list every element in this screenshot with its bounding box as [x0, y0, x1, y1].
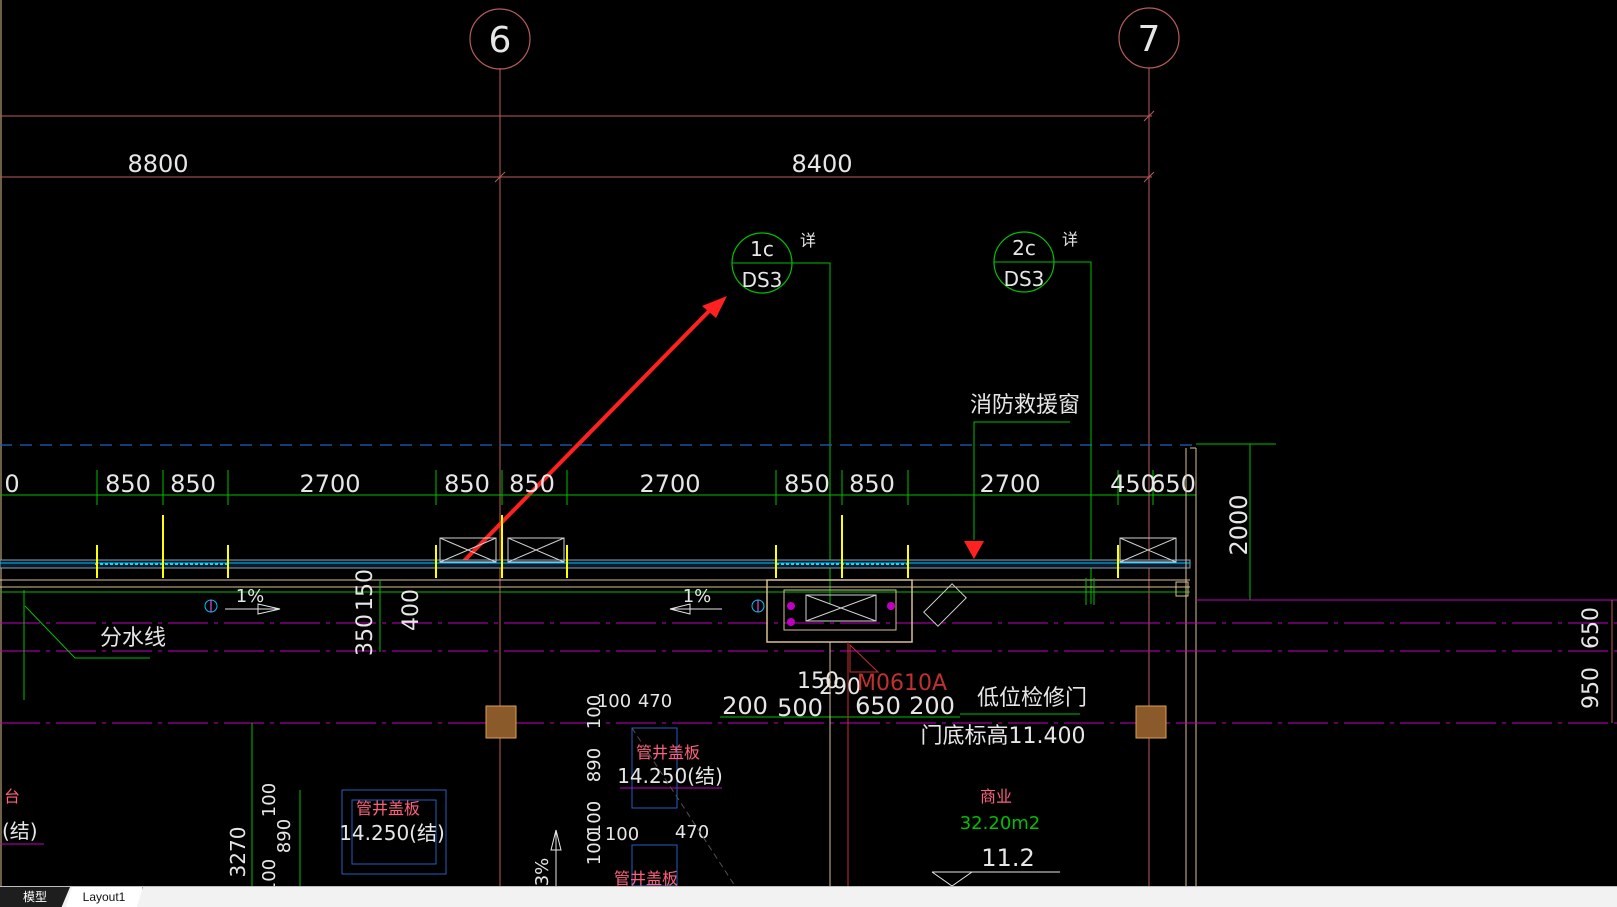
side-dim-650: 650: [1579, 607, 1604, 649]
window-sill-band: [0, 559, 1191, 569]
dim-100c: 100: [584, 801, 605, 835]
dim-100d: 100: [584, 831, 605, 865]
left-fragment-jie: (结): [2, 819, 38, 843]
callout-1c-bottom: DS3: [742, 268, 783, 292]
callout-2c-bottom: DS3: [1004, 267, 1045, 291]
callout-2c-note: 详: [1062, 230, 1078, 249]
room-area: 32.20m2: [960, 813, 1041, 834]
grid-label-7: 7: [1138, 19, 1161, 60]
grid-label-6: 6: [489, 20, 512, 61]
side-dim-950: 950: [1579, 667, 1604, 709]
facade-dim: 850: [849, 470, 895, 498]
facade-dim: 850: [509, 470, 555, 498]
shaft-cover-2-title: 管井盖板: [356, 799, 420, 818]
fire-rescue-window-label: 消防救援窗: [970, 393, 1080, 418]
span-dim-8800: 8800: [127, 150, 188, 178]
wall-dim-350: 350: [353, 614, 378, 656]
dim-100e: 100: [605, 824, 639, 845]
shaft-cover-1-title: 管井盖板: [636, 743, 700, 762]
dim-100f: 100: [259, 783, 280, 817]
pipe-icon: [887, 602, 895, 610]
drawing-svg[interactable]: 6 7 8800 8400 1c DS3 详 2c DS3 详 消防救援窗 0 …: [0, 0, 1617, 886]
canvas-background: [0, 0, 1617, 886]
divide-line-label: 分水线: [100, 626, 166, 651]
cad-model-space[interactable]: 6 7 8800 8400 1c DS3 详 2c DS3 详 消防救援窗 0 …: [0, 0, 1617, 886]
room-name: 商业: [980, 787, 1012, 806]
dim-500: 500: [777, 694, 823, 722]
callout-1c-top: 1c: [750, 237, 774, 261]
dim-200a: 200: [722, 692, 768, 720]
column-hatch: [1135, 705, 1167, 739]
pipe-icon: [787, 618, 795, 626]
shaft-cover-3-title: 管井盖板: [614, 869, 678, 886]
layout-tab-bar: 模型 Layout1: [0, 886, 1617, 907]
left-fragment-tai: 台: [4, 787, 20, 806]
dim-100g: 100: [259, 859, 280, 886]
callout-1c-note: 详: [800, 231, 816, 250]
dim-470a: 470: [638, 691, 672, 712]
dim-200b: 200: [909, 692, 955, 720]
facade-dim: 850: [444, 470, 490, 498]
facade-dim: 850: [105, 470, 151, 498]
pipe-icon: [787, 602, 795, 610]
facade-dim: 850: [170, 470, 216, 498]
low-access-door-label: 低位检修门: [977, 686, 1087, 711]
facade-dim: 450: [1110, 470, 1156, 498]
column-hatch: [485, 705, 517, 739]
facade-dim: 2700: [639, 470, 700, 498]
wall-dim-150: 150: [353, 569, 378, 611]
span-dim-8400: 8400: [791, 150, 852, 178]
slope-bottom: 3%: [532, 858, 553, 886]
tab-layout1[interactable]: Layout1: [66, 887, 143, 907]
facade-dim: 0: [4, 470, 19, 498]
facade-dim: 2700: [299, 470, 360, 498]
height-dim-2000: 2000: [1225, 494, 1253, 555]
dim-470b: 470: [675, 822, 709, 843]
dim-890a: 890: [584, 748, 605, 782]
facade-dim: 650: [1150, 470, 1196, 498]
shaft-cover-2-elev: 14.250(结): [339, 821, 445, 845]
elevation-11-2: 11.2: [981, 844, 1034, 872]
dim-100b: 100: [584, 695, 605, 729]
slope-left: 1%: [236, 586, 265, 607]
facade-dim: 850: [784, 470, 830, 498]
tab-model[interactable]: 模型: [0, 887, 70, 907]
shaft-cover-1-elev: 14.250(结): [617, 764, 723, 788]
slope-mid: 1%: [683, 586, 712, 607]
wall-dim-400: 400: [399, 589, 424, 631]
callout-2c-top: 2c: [1012, 236, 1036, 260]
dim-650: 650: [855, 692, 901, 720]
dim-890b: 890: [274, 819, 295, 853]
dim-3270: 3270: [226, 827, 250, 878]
door-sill-elevation: 门底标高11.400: [921, 724, 1086, 749]
facade-dim: 2700: [979, 470, 1040, 498]
